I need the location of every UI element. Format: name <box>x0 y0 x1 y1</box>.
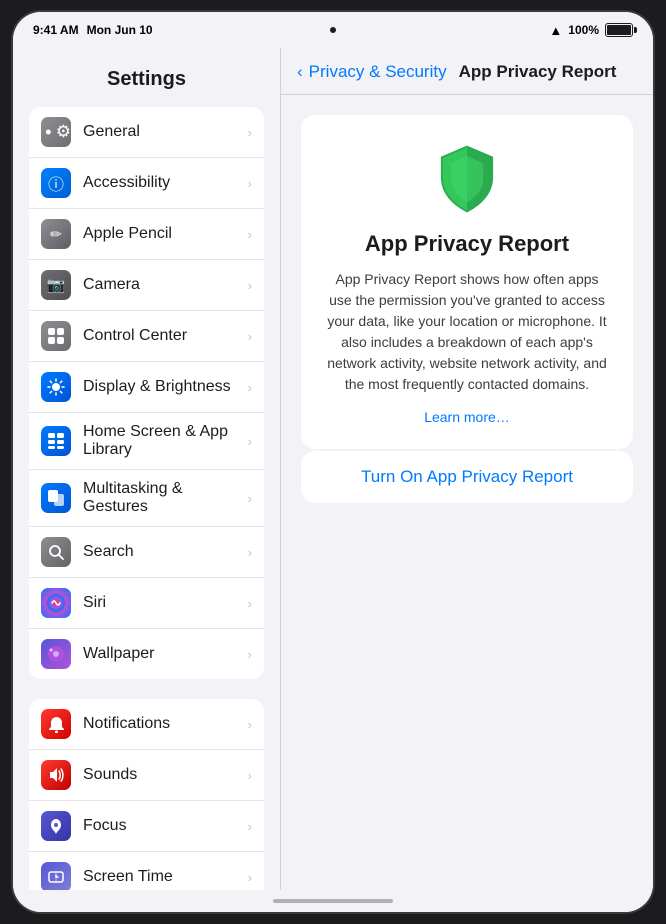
ipad-frame: 9:41 AM Mon Jun 10 ▲ 100% Settings ⚙ <box>13 12 653 912</box>
battery-label: 100% <box>568 23 599 37</box>
screen-time-icon <box>41 862 71 890</box>
battery-icon <box>605 23 633 37</box>
shield-icon-wrapper <box>431 143 503 215</box>
search-label: Search <box>83 543 134 561</box>
card-title: App Privacy Report <box>365 231 569 257</box>
focus-chevron: › <box>248 819 252 834</box>
sidebar-item-siri[interactable]: Siri › <box>29 578 264 629</box>
accessibility-chevron: › <box>248 176 252 191</box>
home-screen-icon <box>41 426 71 456</box>
settings-group-2: Notifications › Sounds › Focus › <box>29 699 264 890</box>
general-label: General <box>83 123 140 141</box>
control-center-icon <box>41 321 71 351</box>
notifications-chevron: › <box>248 717 252 732</box>
sidebar-item-focus[interactable]: Focus › <box>29 801 264 852</box>
control-center-chevron: › <box>248 329 252 344</box>
sidebar-item-sounds[interactable]: Sounds › <box>29 750 264 801</box>
focus-icon <box>41 811 71 841</box>
wallpaper-icon <box>41 639 71 669</box>
breadcrumb-parent[interactable]: Privacy & Security <box>309 62 447 82</box>
control-center-label: Control Center <box>83 327 187 345</box>
general-icon: ⚙ <box>41 117 71 147</box>
sounds-icon <box>41 760 71 790</box>
notifications-icon <box>41 709 71 739</box>
accessibility-label: Accessibility <box>83 174 170 192</box>
status-bar-left: 9:41 AM Mon Jun 10 <box>33 23 153 37</box>
turn-on-button[interactable]: Turn On App Privacy Report <box>361 467 573 487</box>
privacy-report-card: App Privacy Report App Privacy Report sh… <box>301 115 633 449</box>
screen-time-label: Screen Time <box>83 868 173 886</box>
sidebar-title: Settings <box>29 56 264 107</box>
sidebar-item-control-center[interactable]: Control Center › <box>29 311 264 362</box>
sidebar-item-apple-pencil[interactable]: ✏ Apple Pencil › <box>29 209 264 260</box>
home-indicator <box>13 890 653 912</box>
sidebar-item-screen-time[interactable]: Screen Time › <box>29 852 264 890</box>
back-arrow-icon[interactable]: ‹ <box>297 62 303 82</box>
display-brightness-chevron: › <box>248 380 252 395</box>
sounds-chevron: › <box>248 768 252 783</box>
settings-group-1: ⚙ General › ⓘ Accessibility › ✏ Apple Pe… <box>29 107 264 679</box>
apple-pencil-chevron: › <box>248 227 252 242</box>
right-panel-title: App Privacy Report <box>459 62 617 82</box>
camera-label: Camera <box>83 276 140 294</box>
right-header: ‹ Privacy & Security App Privacy Report <box>281 48 653 95</box>
search-chevron: › <box>248 545 252 560</box>
display-brightness-icon <box>41 372 71 402</box>
sidebar-item-notifications[interactable]: Notifications › <box>29 699 264 750</box>
sidebar-item-multitasking[interactable]: Multitasking & Gestures › <box>29 470 264 527</box>
date-display: Mon Jun 10 <box>87 23 153 37</box>
sidebar-item-display-brightness[interactable]: Display & Brightness › <box>29 362 264 413</box>
right-panel: ‹ Privacy & Security App Privacy Report <box>281 48 653 890</box>
home-screen-chevron: › <box>248 434 252 449</box>
status-bar: 9:41 AM Mon Jun 10 ▲ 100% <box>13 12 653 48</box>
main-content: Settings ⚙ General › ⓘ Accessibility › <box>13 48 653 890</box>
multitasking-label: Multitasking & Gestures <box>83 480 236 516</box>
battery-fill <box>607 25 631 35</box>
siri-icon <box>41 588 71 618</box>
home-bar <box>273 899 393 903</box>
multitasking-chevron: › <box>248 491 252 506</box>
multitasking-icon <box>41 483 71 513</box>
apple-pencil-label: Apple Pencil <box>83 225 172 243</box>
time-display: 9:41 AM <box>33 23 79 37</box>
right-body: App Privacy Report App Privacy Report sh… <box>281 95 653 890</box>
home-screen-label: Home Screen & App Library <box>83 423 236 459</box>
display-brightness-label: Display & Brightness <box>83 378 231 396</box>
notifications-label: Notifications <box>83 715 170 733</box>
sounds-label: Sounds <box>83 766 137 784</box>
camera-chevron: › <box>248 278 252 293</box>
sidebar-item-home-screen[interactable]: Home Screen & App Library › <box>29 413 264 470</box>
search-icon <box>41 537 71 567</box>
wallpaper-chevron: › <box>248 647 252 662</box>
camera-icon: 📷 <box>41 270 71 300</box>
apple-pencil-icon: ✏ <box>41 219 71 249</box>
sidebar-item-wallpaper[interactable]: Wallpaper › <box>29 629 264 679</box>
screen-time-chevron: › <box>248 870 252 885</box>
siri-label: Siri <box>83 594 106 612</box>
camera-dot <box>330 27 336 33</box>
general-chevron: › <box>248 125 252 140</box>
card-description: App Privacy Report shows how often apps … <box>325 269 609 395</box>
accessibility-icon: ⓘ <box>41 168 71 198</box>
learn-more-link[interactable]: Learn more… <box>424 409 510 425</box>
sidebar: Settings ⚙ General › ⓘ Accessibility › <box>13 48 281 890</box>
status-bar-right: ▲ 100% <box>549 23 633 38</box>
wallpaper-label: Wallpaper <box>83 645 154 663</box>
turn-on-container: Turn On App Privacy Report <box>301 451 633 503</box>
sidebar-item-general[interactable]: ⚙ General › <box>29 107 264 158</box>
sidebar-item-search[interactable]: Search › <box>29 527 264 578</box>
sidebar-item-camera[interactable]: 📷 Camera › <box>29 260 264 311</box>
focus-label: Focus <box>83 817 127 835</box>
wifi-icon: ▲ <box>549 23 562 38</box>
sidebar-item-accessibility[interactable]: ⓘ Accessibility › <box>29 158 264 209</box>
siri-chevron: › <box>248 596 252 611</box>
